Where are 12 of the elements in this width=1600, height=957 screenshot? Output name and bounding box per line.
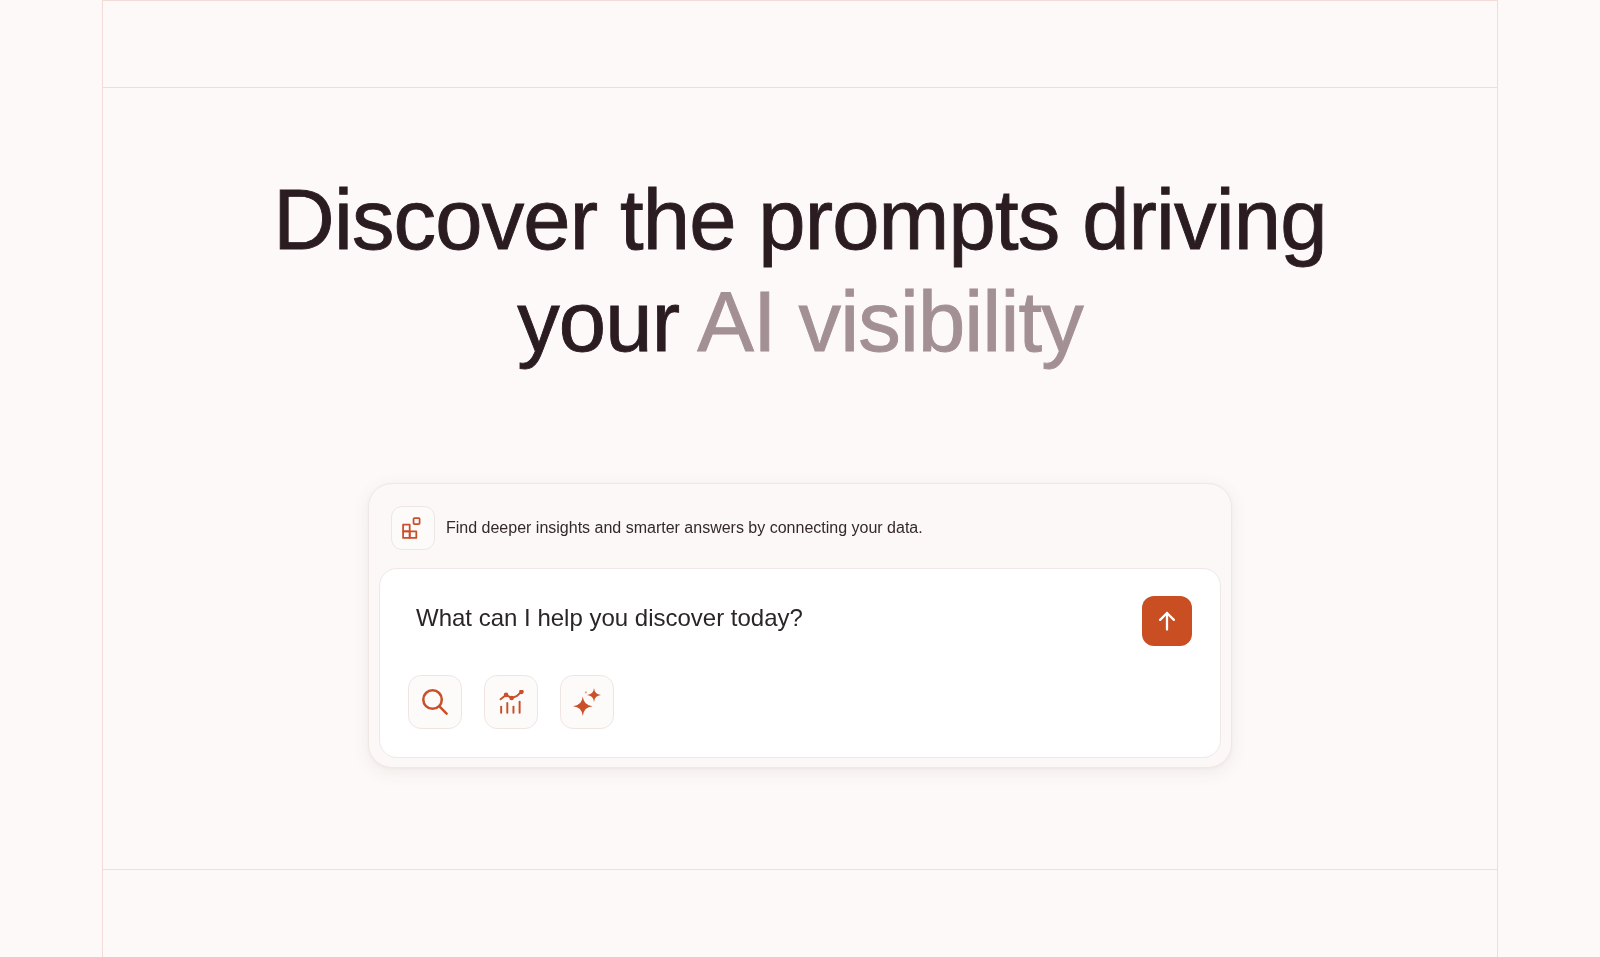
search-icon: [422, 689, 448, 715]
chart-button[interactable]: [484, 675, 538, 729]
arrow-up-icon: [1159, 611, 1175, 631]
grid-icon: [391, 506, 435, 550]
send-button[interactable]: [1142, 596, 1192, 646]
chart-icon: [498, 690, 524, 714]
prompt-input[interactable]: What can I help you discover today?: [416, 598, 1126, 638]
search-button[interactable]: [408, 675, 462, 729]
connect-data-hint: Find deeper insights and smarter answers by connecting your data.: [446, 519, 923, 537]
sparkle-icon: [573, 688, 601, 716]
sparkle-button[interactable]: [560, 675, 614, 729]
hero-headline: Discover the prompts driving your AI visibility: [272, 171, 1328, 371]
